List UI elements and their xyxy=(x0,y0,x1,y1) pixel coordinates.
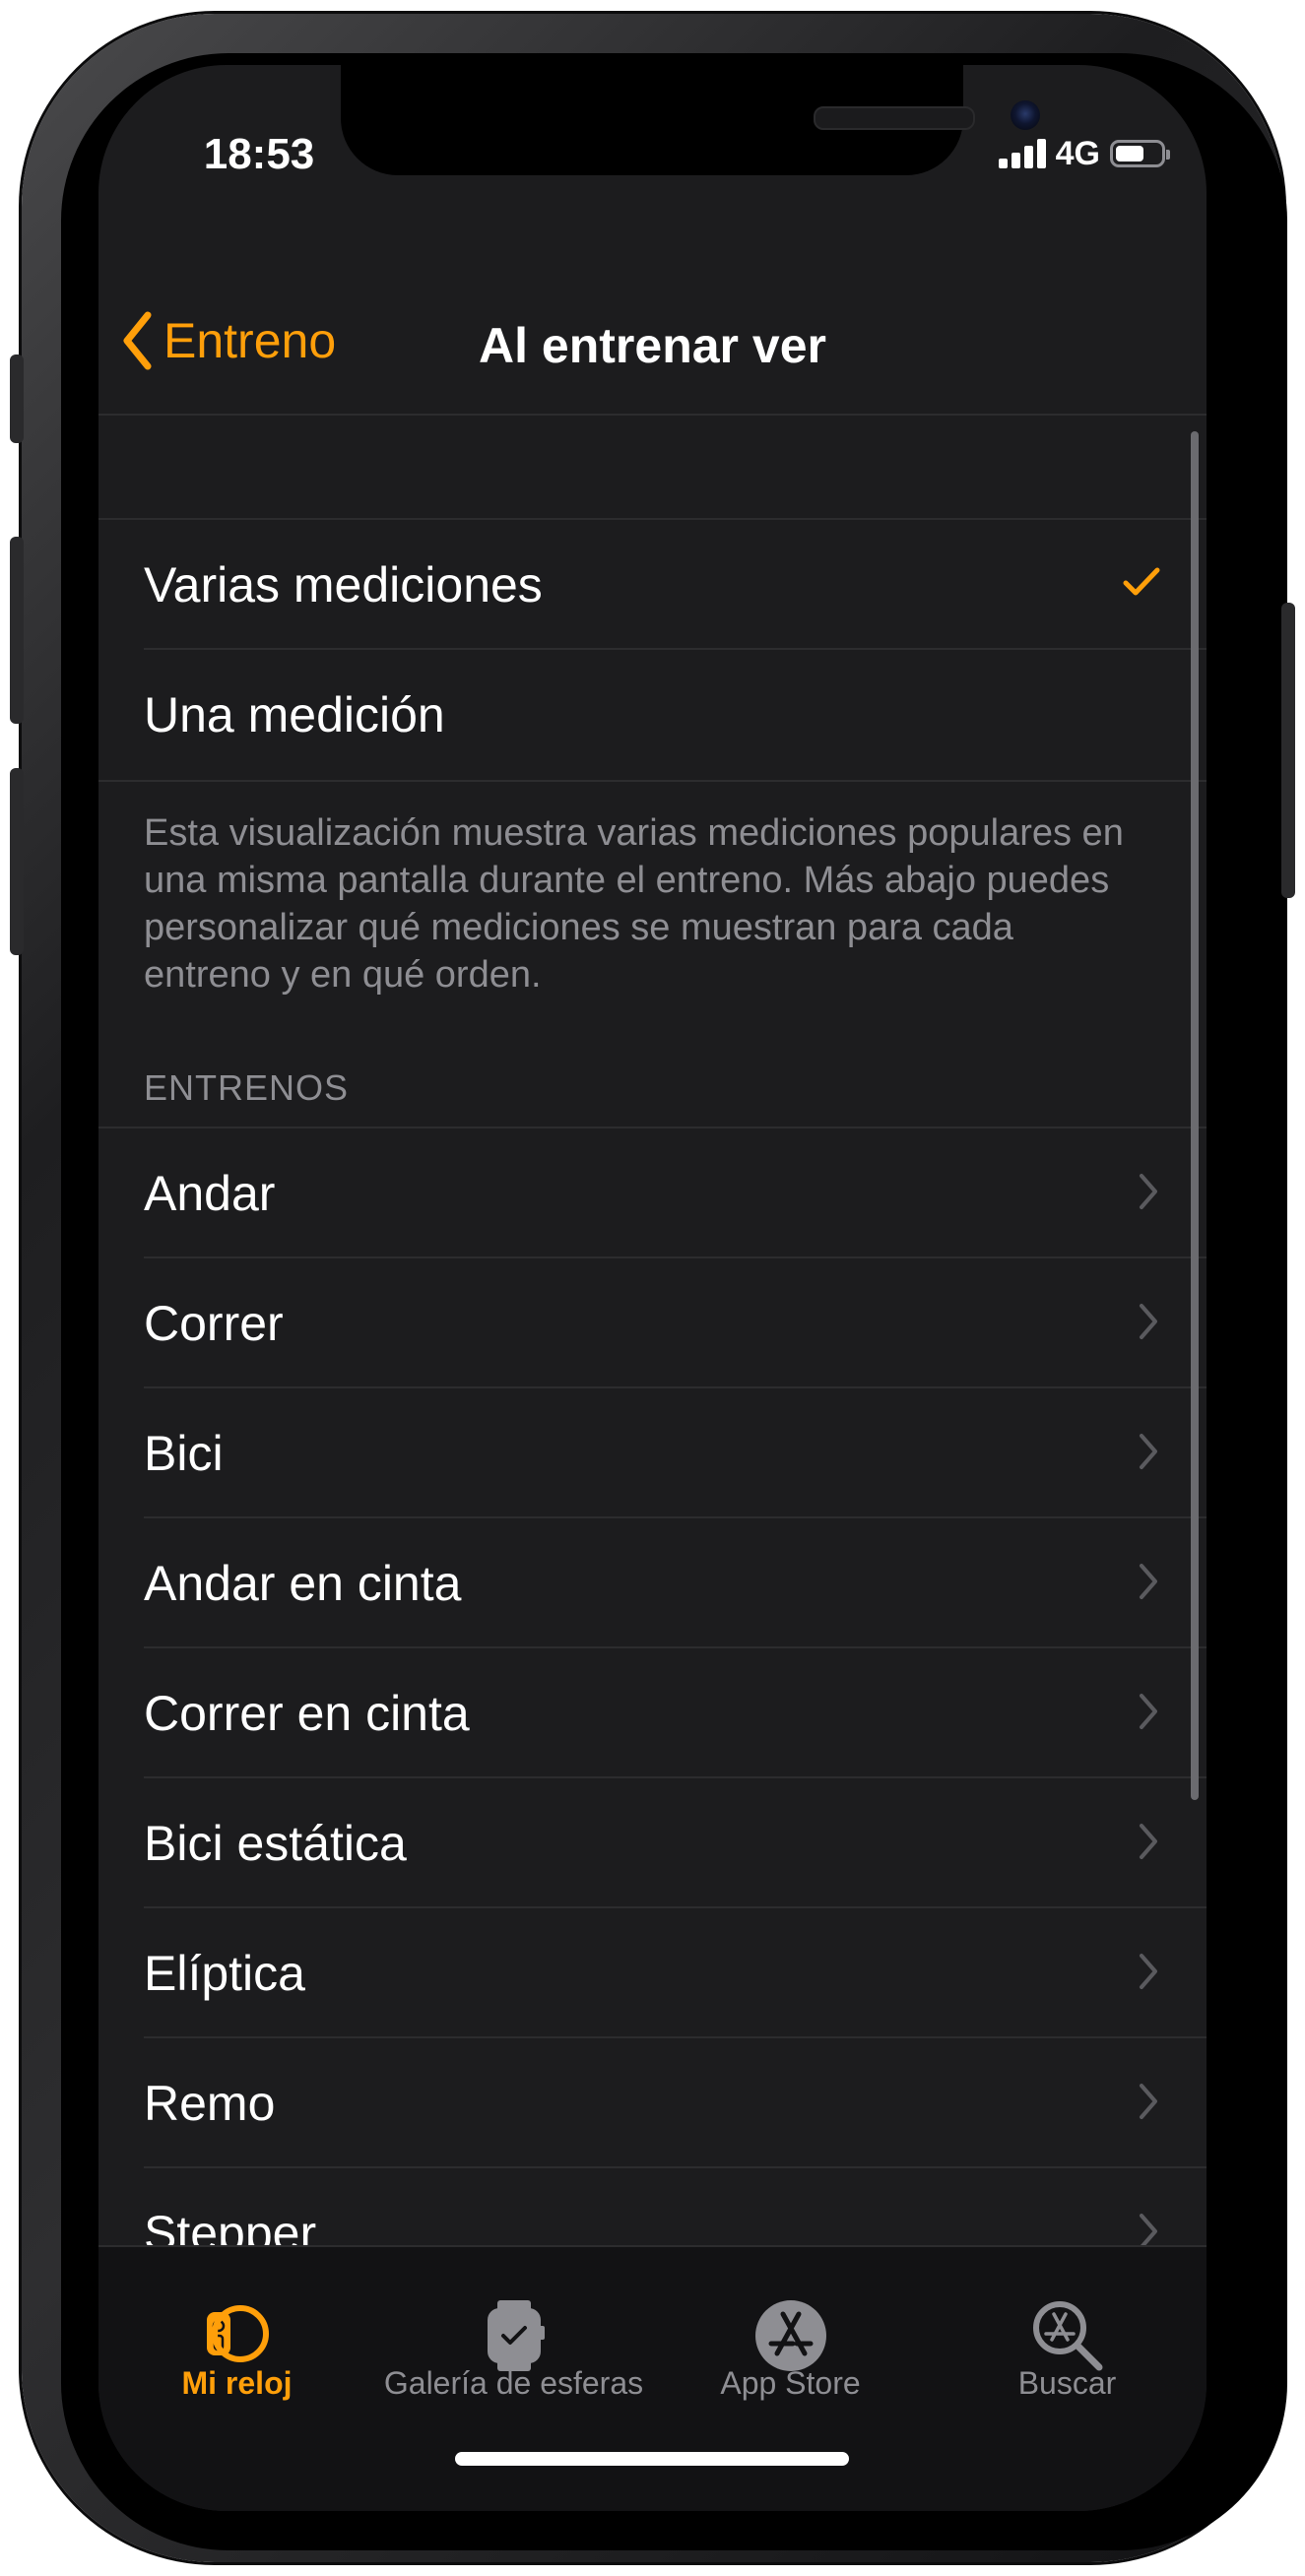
tab-label: Buscar xyxy=(1017,2365,1117,2401)
settings-list: Varias mediciones Una medición Esta visu… xyxy=(98,416,1207,2300)
workout-label: Bici xyxy=(144,1426,224,1481)
workout-row[interactable]: Andar en cinta xyxy=(98,1518,1207,1648)
workout-row[interactable]: Correr xyxy=(98,1258,1207,1388)
mute-switch xyxy=(10,354,24,443)
workout-label: Elíptica xyxy=(144,1946,305,2001)
chevron-right-icon xyxy=(1140,2084,1157,2119)
chevron-right-icon xyxy=(1140,1434,1157,1469)
view-mode-description: Esta visualización muestra varias medici… xyxy=(144,812,1124,996)
earpiece-speaker xyxy=(814,106,975,130)
scroll-indicator[interactable] xyxy=(1191,431,1199,1800)
tab-label: App Store xyxy=(720,2365,861,2401)
volume-up-button xyxy=(10,537,24,724)
back-button[interactable]: Entreno xyxy=(122,311,336,370)
view-mode-group: Varias mediciones Una medición xyxy=(98,518,1207,782)
tab-label: Mi reloj xyxy=(181,2365,293,2401)
tab-face-gallery[interactable]: Galería de esferas xyxy=(375,2247,652,2444)
watch-icon xyxy=(206,2305,269,2362)
screen: 18:53 4G Entreno Al entrenar ver Varias … xyxy=(98,65,1207,2511)
workout-row[interactable]: Correr en cinta xyxy=(98,1648,1207,1778)
tab-my-watch[interactable]: Mi reloj xyxy=(98,2247,375,2444)
notch xyxy=(341,65,1040,175)
network-type: 4G xyxy=(1055,134,1100,172)
front-camera xyxy=(1011,100,1040,130)
status-indicators: 4G xyxy=(998,134,1170,173)
option-single-metric[interactable]: Una medición xyxy=(98,650,1207,780)
tab-bar: Mi reloj Galería de esferas App Store Bu… xyxy=(98,2245,1207,2511)
workout-row[interactable]: Remo xyxy=(98,2038,1207,2168)
workouts-group: Andar Correr Bici Andar en cinta Correr en c… xyxy=(98,1127,1207,2300)
chevron-right-icon xyxy=(1140,1564,1157,1599)
option-multiple-metrics[interactable]: Varias mediciones xyxy=(98,520,1207,650)
chevron-right-icon xyxy=(1140,1304,1157,1339)
chevron-right-icon xyxy=(1140,1954,1157,1989)
app-store-icon xyxy=(754,2300,826,2371)
back-button-label: Entreno xyxy=(163,313,337,368)
tab-search[interactable]: Buscar xyxy=(929,2247,1206,2444)
signal-bars-icon xyxy=(998,139,1046,168)
chevron-left-icon xyxy=(123,311,152,370)
chevron-right-icon xyxy=(1140,1174,1157,1209)
workout-label: Andar en cinta xyxy=(144,1556,462,1611)
tab-label: Galería de esferas xyxy=(383,2365,644,2401)
workout-row[interactable]: Bici xyxy=(98,1388,1207,1518)
option-label: Varias mediciones xyxy=(144,557,543,612)
checkmark-icon xyxy=(1123,567,1160,596)
option-label: Una medición xyxy=(144,687,445,742)
chevron-right-icon xyxy=(1140,1694,1157,1729)
workout-label: Bici estática xyxy=(144,1816,407,1871)
watch-face-gallery-icon xyxy=(487,2300,545,2371)
status-time: 18:53 xyxy=(203,130,315,178)
tab-app-store[interactable]: App Store xyxy=(652,2247,929,2444)
search-icon xyxy=(1032,2301,1102,2371)
battery-icon xyxy=(1110,140,1170,167)
volume-down-button xyxy=(10,768,24,955)
workout-label: Correr xyxy=(144,1296,284,1351)
workout-row[interactable]: Elíptica xyxy=(98,1908,1207,2038)
navigation-bar: Entreno Al entrenar ver xyxy=(98,252,1207,416)
workout-row[interactable]: Bici estática xyxy=(98,1778,1207,1908)
workout-label: Correr en cinta xyxy=(144,1686,470,1741)
workout-label: Andar xyxy=(144,1166,276,1221)
side-button xyxy=(1281,603,1295,898)
section-header-workouts: ENTRENOS xyxy=(144,1067,350,1108)
workout-label: Remo xyxy=(144,2076,276,2131)
workout-row[interactable]: Andar xyxy=(98,1128,1207,1258)
home-indicator[interactable] xyxy=(455,2452,849,2466)
chevron-right-icon xyxy=(1140,1824,1157,1859)
